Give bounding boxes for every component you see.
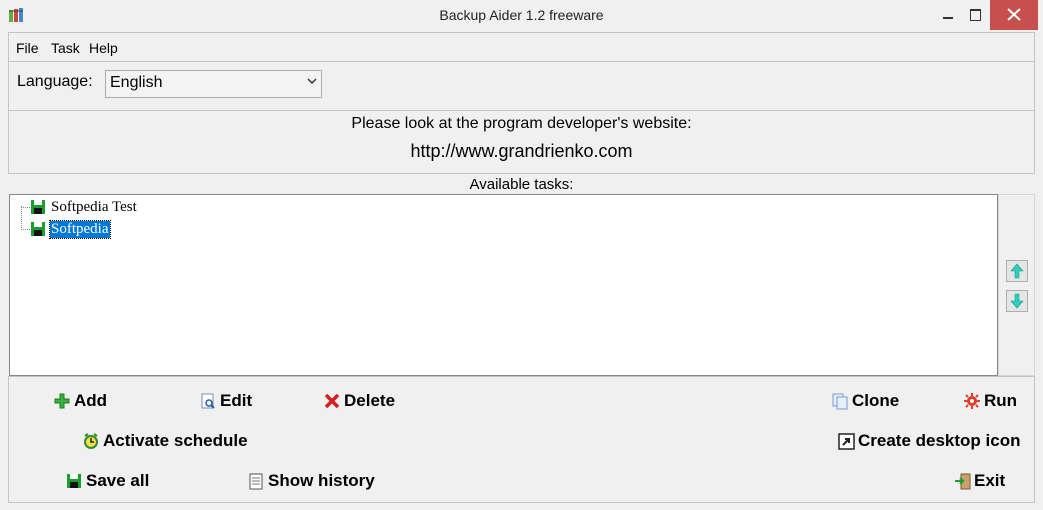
task-label: Softpedia xyxy=(49,220,111,239)
actions-panel: Add Edit Delete Clone Run Activate sched… xyxy=(8,376,1035,503)
floppy-disk-icon xyxy=(31,222,45,236)
language-panel: Language: English xyxy=(8,62,1035,111)
language-value: English xyxy=(110,74,163,91)
language-label: Language: xyxy=(17,73,93,90)
menu-task[interactable]: Task xyxy=(51,40,80,56)
available-tasks-label: Available tasks: xyxy=(469,176,574,193)
info-text: Please look at the program developer's w… xyxy=(351,115,692,132)
window-title: Backup Aider 1.2 freeware xyxy=(439,7,604,23)
menu-help[interactable]: Help xyxy=(89,40,118,56)
maximize-button[interactable] xyxy=(962,0,989,30)
delete-label: Delete xyxy=(344,391,396,410)
close-icon xyxy=(1007,8,1021,21)
save-all-label: Save all xyxy=(86,471,150,490)
close-button[interactable] xyxy=(990,0,1038,30)
menu-file[interactable]: File xyxy=(16,40,39,56)
alarm-clock-icon xyxy=(84,433,98,449)
activate-schedule-label: Activate schedule xyxy=(103,431,248,450)
task-label: Softpedia Test xyxy=(51,199,137,215)
exit-label: Exit xyxy=(974,471,1006,490)
chevron-down-icon xyxy=(307,78,317,85)
edit-label: Edit xyxy=(220,391,253,410)
floppy-disk-icon xyxy=(67,474,81,488)
minimize-button[interactable] xyxy=(933,0,962,30)
create-desktop-icon-label: Create desktop icon xyxy=(858,431,1021,450)
menu-bar: File Task Help xyxy=(8,32,1035,62)
tree-connector xyxy=(21,206,22,228)
client-area: File Task Help Language: English Please … xyxy=(8,32,1035,503)
clone-label: Clone xyxy=(852,391,900,410)
reorder-panel xyxy=(998,194,1035,376)
tree-connector xyxy=(21,207,30,208)
clone-icon xyxy=(832,393,848,410)
website-link[interactable]: http://www.grandrienko.com xyxy=(9,141,1034,162)
add-label: Add xyxy=(74,391,108,410)
exit-door-icon xyxy=(955,473,971,490)
floppy-disk-icon xyxy=(31,200,45,214)
task-tree[interactable]: Softpedia Test Softpedia xyxy=(9,194,998,376)
show-history-label: Show history xyxy=(268,471,375,490)
plus-icon xyxy=(54,393,70,409)
move-up-button[interactable] xyxy=(1006,260,1028,282)
move-down-button[interactable] xyxy=(1006,290,1028,312)
title-bar[interactable]: Backup Aider 1.2 freeware xyxy=(0,0,1043,32)
history-document-icon xyxy=(249,473,263,490)
app-window: Backup Aider 1.2 freeware File Task Help… xyxy=(0,0,1043,510)
tree-connector xyxy=(21,229,30,230)
shortcut-icon xyxy=(838,433,855,450)
info-panel: Please look at the program developer's w… xyxy=(8,111,1035,174)
edit-document-icon xyxy=(201,393,215,409)
delete-icon xyxy=(324,393,340,409)
run-gear-icon xyxy=(964,393,980,409)
run-label: Run xyxy=(984,391,1018,410)
arrow-down-icon xyxy=(1010,293,1024,309)
arrow-up-icon xyxy=(1010,263,1024,279)
language-select[interactable]: English xyxy=(105,70,322,98)
